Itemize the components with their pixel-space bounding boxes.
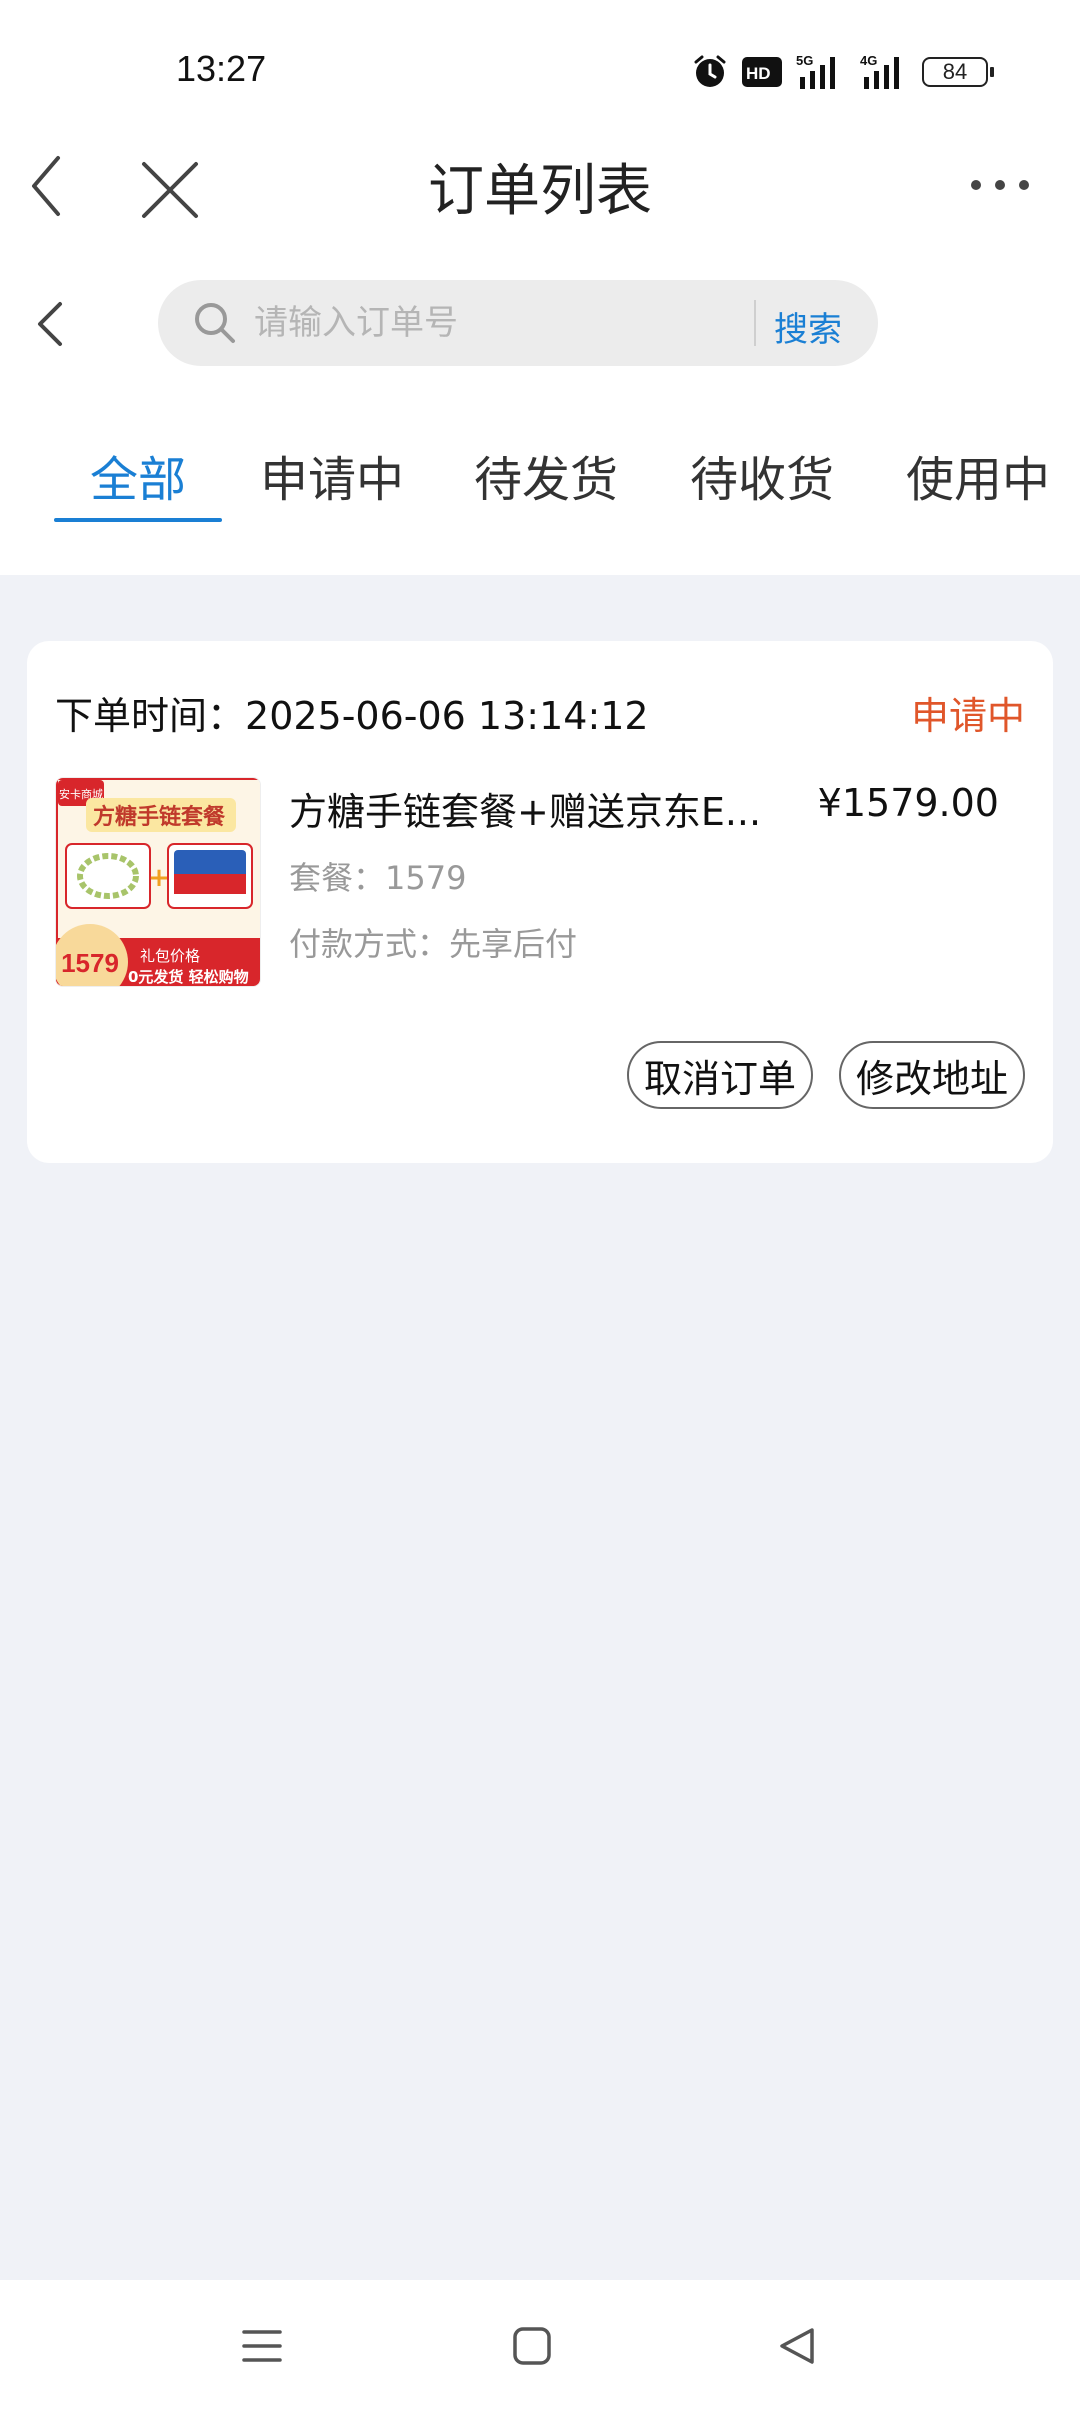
search-icon xyxy=(192,300,238,346)
tab-applying[interactable]: 申请中 xyxy=(260,440,404,510)
home-icon[interactable] xyxy=(508,2322,556,2370)
modify-address-button[interactable]: 修改地址 xyxy=(839,1041,1025,1109)
order-time-value: 2025-06-06 13:14:12 xyxy=(245,694,649,738)
4g-signal-icon: 4G xyxy=(858,53,908,91)
payment-label: 付款方式： xyxy=(289,925,450,963)
status-time: 13:27 xyxy=(176,48,267,89)
more-icon[interactable] xyxy=(964,170,1036,200)
status-icons: HD 5G 4G 84 xyxy=(692,52,994,92)
order-card[interactable]: 下单时间：2025-06-06 13:14:12 申请中 安卡商城 方糖手链套餐… xyxy=(27,641,1053,1163)
search-back-icon[interactable] xyxy=(30,296,74,352)
thumb-strip-top: 礼包价格 xyxy=(140,947,200,965)
order-time-label: 下单时间： xyxy=(55,694,246,738)
order-time: 下单时间：2025-06-06 13:14:12 xyxy=(55,685,649,740)
tab-pending-receipt[interactable]: 待收货 xyxy=(690,440,834,510)
product-package: 套餐：1579 xyxy=(289,853,466,899)
back-triangle-icon[interactable] xyxy=(774,2322,822,2370)
payment-value: 先享后付 xyxy=(449,925,578,963)
package-label: 套餐： xyxy=(289,859,386,897)
tab-bar: 全部 申请中 待发货 待收货 使用中 xyxy=(0,440,1080,540)
header-area: 13:27 HD 5G 4G 84 订单列表 请输入订单号 搜索 全部 申请中 … xyxy=(0,0,1080,575)
svg-text:+: + xyxy=(148,863,170,893)
svg-text:4G: 4G xyxy=(860,53,877,68)
cancel-order-button[interactable]: 取消订单 xyxy=(627,1041,813,1109)
svg-text:HD: HD xyxy=(746,64,771,83)
page-title: 订单列表 xyxy=(428,159,652,224)
order-status-badge: 申请中 xyxy=(910,694,1025,738)
alarm-icon xyxy=(692,54,728,90)
thumb-price-badge: 1579 xyxy=(61,948,119,978)
hd-icon: HD xyxy=(742,57,782,87)
search-divider xyxy=(754,300,756,346)
tab-in-use[interactable]: 使用中 xyxy=(906,440,1050,510)
search-input[interactable] xyxy=(254,296,694,350)
nav-bar: 订单列表 xyxy=(0,140,1080,260)
menu-icon[interactable] xyxy=(238,2322,286,2370)
thumb-banner: 方糖手链套餐 xyxy=(93,804,226,830)
search-button[interactable]: 搜索 xyxy=(774,302,842,351)
system-nav-bar xyxy=(0,2280,1080,2412)
svg-text:5G: 5G xyxy=(796,53,813,68)
search-box: 搜索 xyxy=(158,280,878,366)
5g-signal-icon: 5G xyxy=(796,53,844,91)
tab-pending-shipment[interactable]: 待发货 xyxy=(474,440,618,510)
package-value: 1579 xyxy=(385,859,467,897)
product-thumbnail[interactable]: 安卡商城 方糖手链套餐 + 礼包价格 0元发货 轻松购物 1579 xyxy=(55,777,261,987)
tab-active-indicator xyxy=(54,518,222,522)
tab-all[interactable]: 全部 xyxy=(90,440,186,510)
product-name[interactable]: 方糖手链套餐+赠送京东E... xyxy=(289,781,789,836)
battery-indicator: 84 xyxy=(922,57,994,87)
thumb-strip-bottom: 0元发货 轻松购物 xyxy=(128,968,249,986)
status-bar: 13:27 HD 5G 4G 84 xyxy=(0,0,1080,140)
payment-method: 付款方式：先享后付 xyxy=(289,919,577,965)
product-price: ¥1579.00 xyxy=(817,781,999,825)
